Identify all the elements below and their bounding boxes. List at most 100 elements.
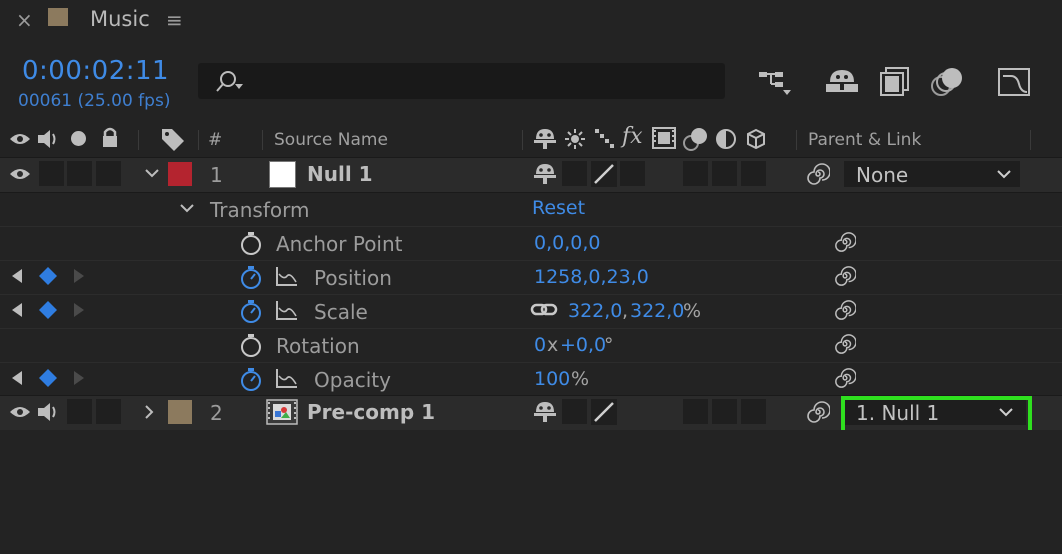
scale-keyframe-diamond-icon[interactable] xyxy=(38,300,58,320)
layer-2-pick-whip-spiral-icon[interactable] xyxy=(806,400,830,424)
scale-separator: , xyxy=(622,300,629,322)
layer-1-visibility-eye-icon[interactable] xyxy=(8,166,32,182)
layer-2-number: 2 xyxy=(210,401,223,425)
scale-percent-unit: % xyxy=(683,300,702,322)
constrain-proportions-link-icon[interactable] xyxy=(530,300,558,320)
frame-blending-icon[interactable] xyxy=(876,64,916,100)
column-source-name-header[interactable]: Source Name xyxy=(274,130,388,150)
layer-2-lock-switch[interactable] xyxy=(96,399,121,424)
layer-2-motion-blur-switch[interactable] xyxy=(712,399,737,424)
layer-1-name[interactable]: Null 1 xyxy=(307,162,373,186)
property-row-rotation xyxy=(0,328,1062,363)
panel-tab-bar: × Music ≡ xyxy=(0,0,1062,40)
column-number-header: # xyxy=(208,130,223,150)
column-parent-link-header[interactable]: Parent & Link xyxy=(808,130,921,150)
draft-3d-icon[interactable] xyxy=(822,64,862,100)
opacity-stopwatch-active-icon[interactable] xyxy=(239,366,263,392)
opacity-prev-keyframe-icon[interactable] xyxy=(11,370,23,386)
layer-1-number: 1 xyxy=(210,163,223,187)
property-row-anchor-point xyxy=(0,226,1062,261)
layer-2-frame-blend-switch[interactable] xyxy=(683,399,708,424)
position-graph-icon[interactable] xyxy=(276,266,298,286)
anchor-point-stopwatch-icon[interactable] xyxy=(239,230,263,256)
empty-layer-area[interactable] xyxy=(0,430,1062,554)
layer-search-input[interactable] xyxy=(198,63,725,99)
video-switch-eye-icon xyxy=(8,131,32,147)
position-stopwatch-active-icon[interactable] xyxy=(239,264,263,290)
scale-prev-keyframe-icon[interactable] xyxy=(11,302,23,318)
layer-1-lock-switch[interactable] xyxy=(96,161,121,186)
layer-1-quality-slash-icon[interactable] xyxy=(591,161,617,187)
layer-1-shy-switch-icon[interactable] xyxy=(532,162,558,184)
opacity-pick-whip-spiral-icon[interactable] xyxy=(834,367,856,389)
rotation-revolutions-value[interactable]: 0 xyxy=(534,334,546,356)
layer-2-3d-switch[interactable] xyxy=(741,399,766,424)
scale-x-value[interactable]: 322,0 xyxy=(568,300,622,322)
layer-1-solo-switch[interactable] xyxy=(67,161,92,186)
scale-pick-whip-spiral-icon[interactable] xyxy=(834,299,856,321)
position-pick-whip-spiral-icon[interactable] xyxy=(834,265,856,287)
solo-dot-icon xyxy=(71,131,86,146)
chevron-down-icon xyxy=(997,170,1011,179)
opacity-next-keyframe-icon[interactable] xyxy=(73,370,85,386)
audio-speaker-icon xyxy=(36,128,62,150)
layer-2-name[interactable]: Pre-comp 1 xyxy=(307,400,435,424)
layer-2-shy-switch-icon[interactable] xyxy=(532,400,558,422)
transform-reset-link[interactable]: Reset xyxy=(532,197,585,219)
layer-1-motion-blur-switch[interactable] xyxy=(712,161,737,186)
position-prev-keyframe-icon[interactable] xyxy=(11,268,23,284)
opacity-keyframe-diamond-icon[interactable] xyxy=(38,368,58,388)
anchor-point-pick-whip-spiral-icon[interactable] xyxy=(834,231,856,253)
composition-flowchart-icon[interactable] xyxy=(755,64,795,100)
anchor-point-label: Anchor Point xyxy=(276,232,403,256)
rotation-pick-whip-spiral-icon[interactable] xyxy=(834,333,856,355)
effects-fx-icon: fx xyxy=(622,124,643,149)
property-row-position xyxy=(0,260,1062,295)
transform-expand-chevron-down-icon[interactable] xyxy=(179,203,195,213)
scale-label: Scale xyxy=(314,300,368,324)
layer-2-collapse-switch[interactable] xyxy=(562,399,587,424)
opacity-value[interactable]: 100 xyxy=(534,368,570,390)
layer-1-frame-blend-switch[interactable] xyxy=(683,161,708,186)
scale-stopwatch-active-icon[interactable] xyxy=(239,298,263,324)
3d-layer-cube-icon xyxy=(745,128,767,150)
layer-2-audio-speaker-icon[interactable] xyxy=(36,401,62,423)
position-value[interactable]: 1258,0,23,0 xyxy=(534,266,649,288)
anchor-point-value[interactable]: 0,0,0,0 xyxy=(534,232,600,254)
layer-1-collapse-switch[interactable] xyxy=(562,161,587,186)
scale-y-value[interactable]: 322,0 xyxy=(630,300,684,322)
layer-2-expand-chevron-right-icon[interactable] xyxy=(144,404,154,420)
layer-1-expand-chevron-down-icon[interactable] xyxy=(144,168,160,178)
position-label: Position xyxy=(314,266,392,290)
collapse-transform-sun-icon xyxy=(565,129,585,149)
layer-1-pick-whip-spiral-icon[interactable] xyxy=(806,162,830,186)
null-layer-thumbnail xyxy=(269,161,296,188)
layer-2-quality-slash-icon[interactable] xyxy=(591,399,617,425)
transform-group-row[interactable] xyxy=(0,192,1062,227)
layer-1-3d-switch[interactable] xyxy=(741,161,766,186)
current-time-display[interactable]: 0:00:02:11 xyxy=(22,56,169,86)
panel-menu-button[interactable]: ≡ xyxy=(166,8,183,32)
scale-next-keyframe-icon[interactable] xyxy=(73,302,85,318)
motion-blur-icon[interactable] xyxy=(928,64,968,100)
position-keyframe-diamond-icon[interactable] xyxy=(38,266,58,286)
composition-color-swatch xyxy=(48,8,68,26)
shy-switch-icon xyxy=(532,127,558,149)
position-next-keyframe-icon[interactable] xyxy=(73,268,85,284)
layer-1-parent-dropdown[interactable]: None xyxy=(844,161,1020,187)
close-tab-button[interactable]: × xyxy=(16,8,33,32)
layer-2-label-color[interactable] xyxy=(168,400,192,424)
layer-1-audio-switch[interactable] xyxy=(39,161,64,186)
scale-graph-icon[interactable] xyxy=(276,300,298,320)
layer-1-label-color[interactable] xyxy=(168,162,192,186)
opacity-graph-icon[interactable] xyxy=(276,368,298,388)
layer-1-fx-switch[interactable] xyxy=(620,161,645,186)
property-row-opacity xyxy=(0,362,1062,397)
layer-2-visibility-eye-icon[interactable] xyxy=(8,404,32,420)
frame-count-display: 00061 (25.00 fps) xyxy=(18,91,171,111)
graph-editor-icon[interactable] xyxy=(995,64,1035,100)
composition-tab-title[interactable]: Music xyxy=(90,7,150,31)
rotation-stopwatch-icon[interactable] xyxy=(239,332,263,358)
layer-2-solo-switch[interactable] xyxy=(67,399,92,424)
rotation-degrees-value[interactable]: +0,0 xyxy=(560,334,606,356)
